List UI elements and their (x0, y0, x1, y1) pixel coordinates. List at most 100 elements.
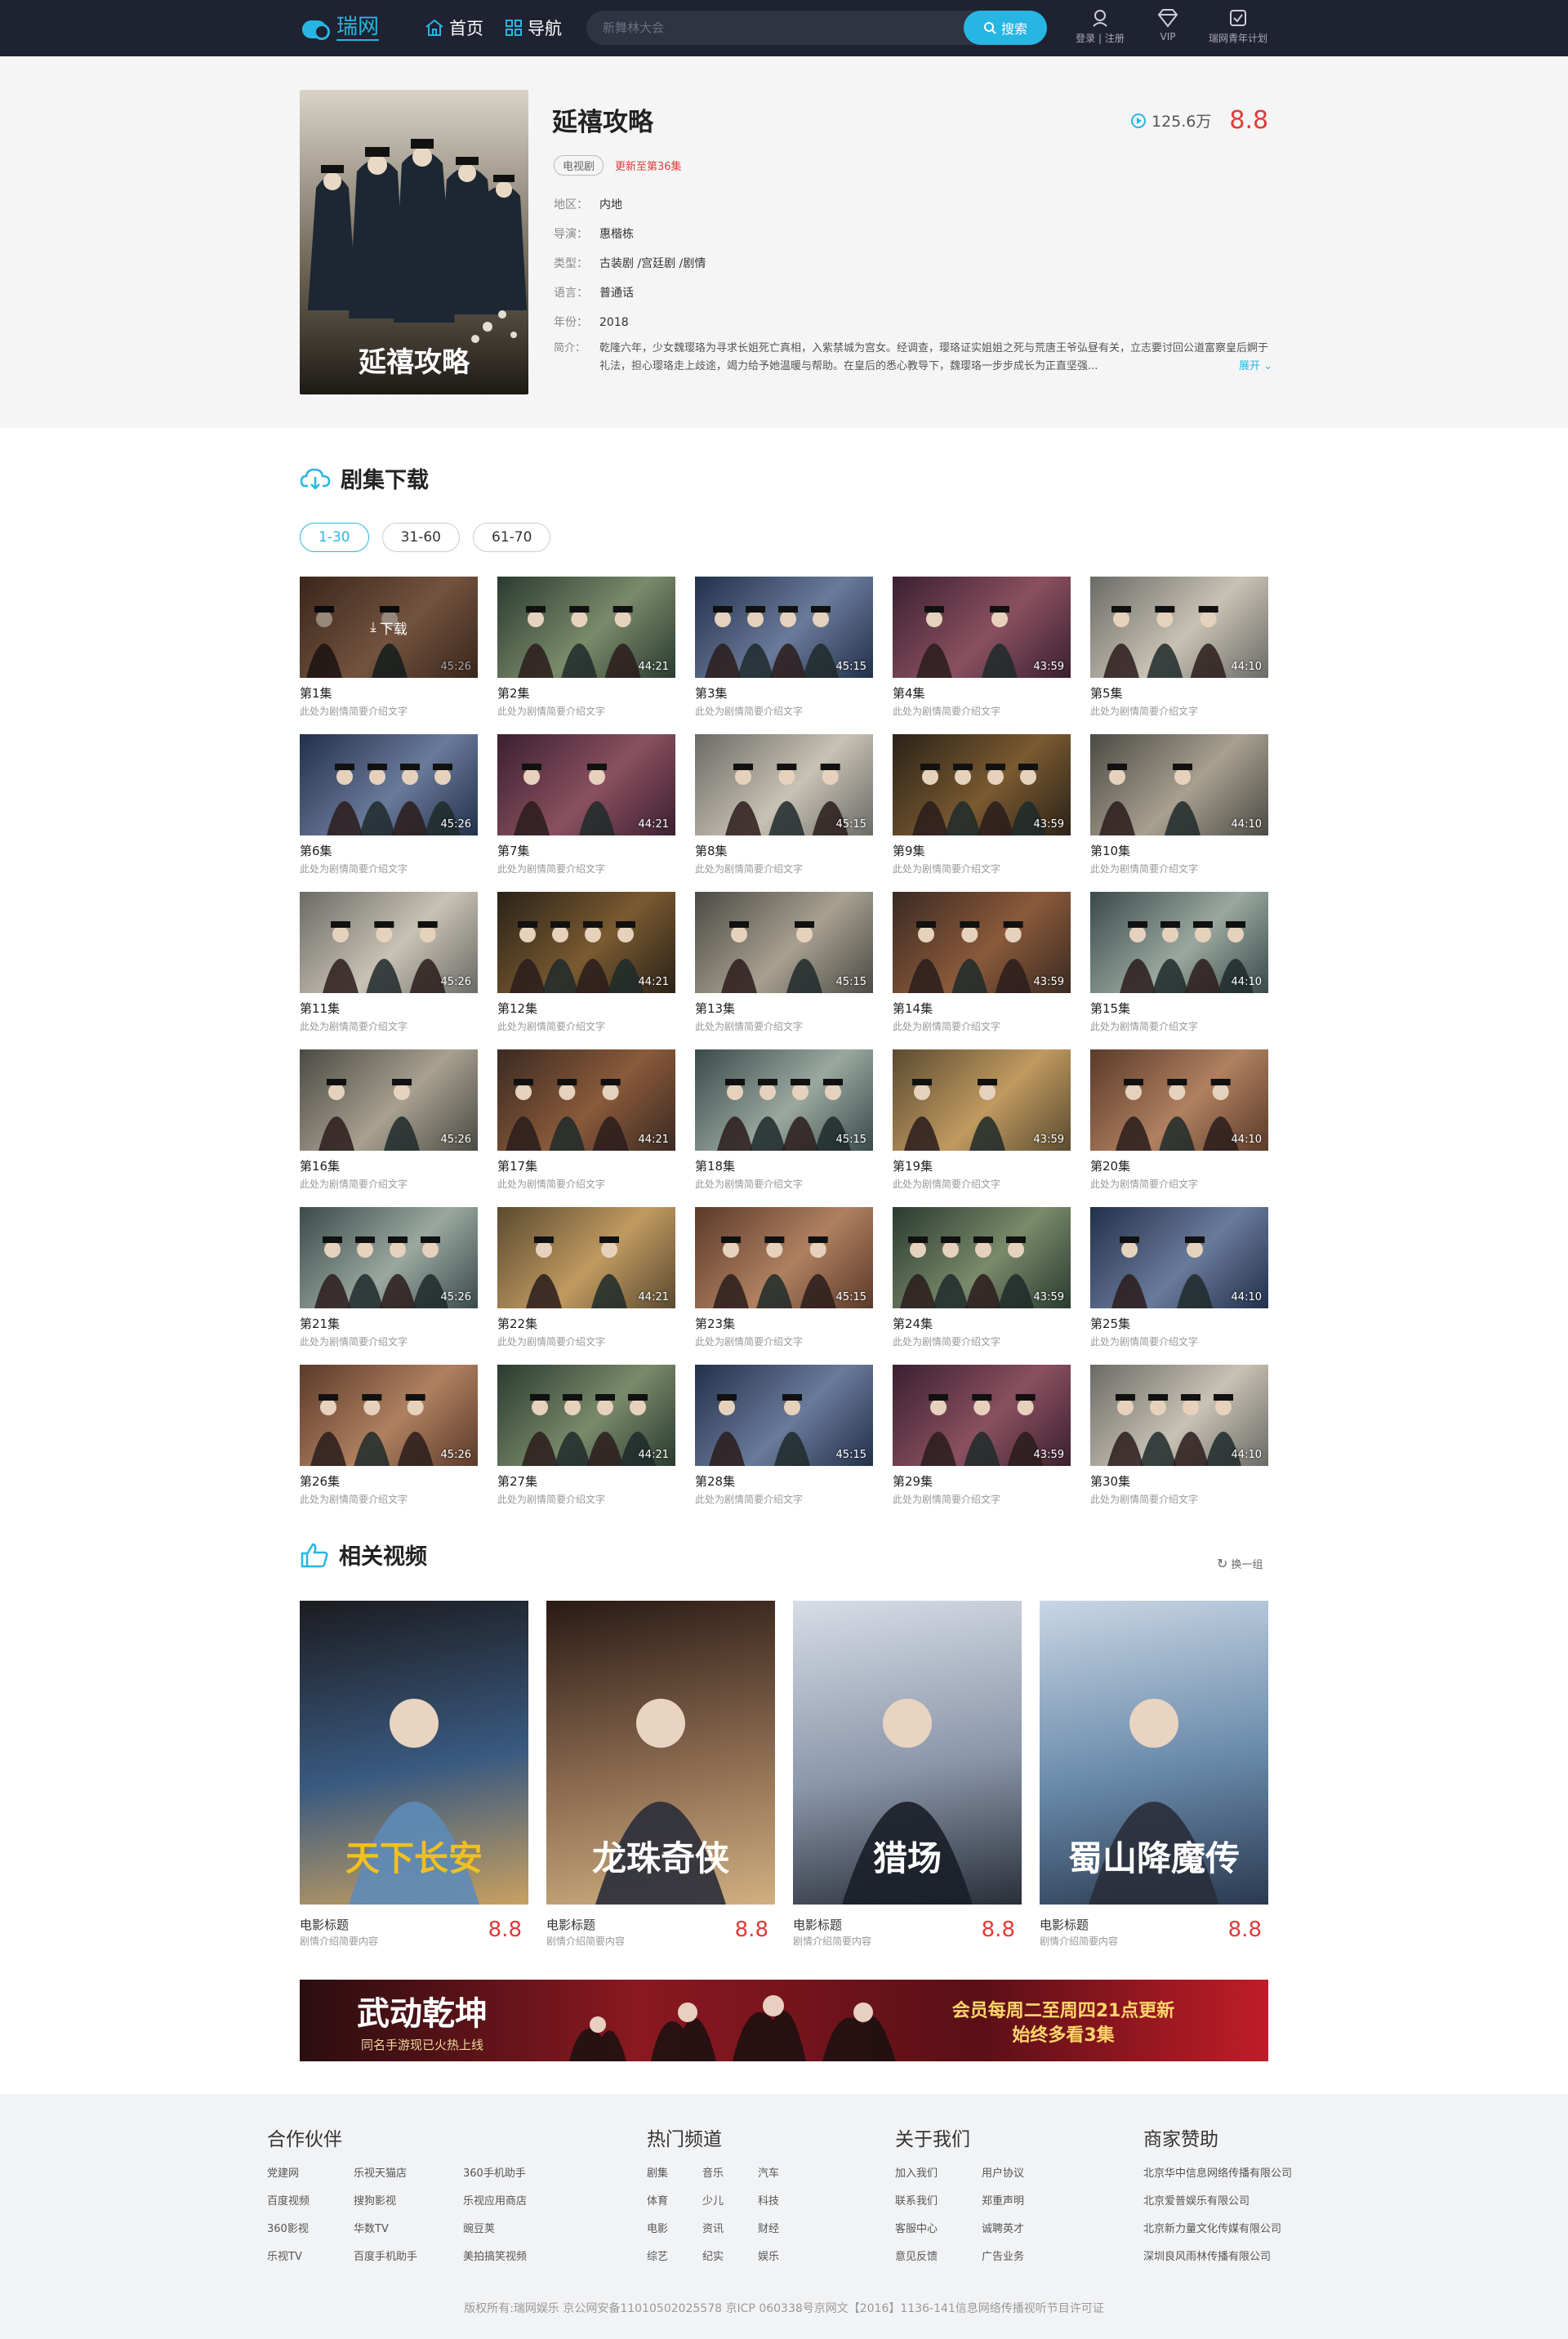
episode-card[interactable]: 45:26 第21集 此处为剧情简要介绍文字 (300, 1207, 478, 1348)
episode-name[interactable]: 第15集 (1090, 1000, 1268, 1017)
promo-banner[interactable]: 武动乾坤 同名手游现已火热上线 会员每周二至周四21点更新 始终多看3集 (300, 1980, 1268, 2061)
episode-name[interactable]: 第8集 (695, 842, 873, 859)
nav-guide[interactable]: 导航 (505, 16, 562, 39)
footer-partner-link[interactable]: 搜狗影视 (354, 2192, 463, 2208)
episode-card[interactable]: 43:59 第14集 此处为剧情简要介绍文字 (893, 892, 1071, 1033)
episode-card[interactable]: 44:21 第12集 此处为剧情简要介绍文字 (497, 892, 675, 1033)
episode-card[interactable]: 43:59 第24集 此处为剧情简要介绍文字 (893, 1207, 1071, 1348)
related-name[interactable]: 电影标题 (300, 1916, 349, 1933)
footer-partner-link[interactable]: 乐视TV (267, 2248, 354, 2263)
episode-card[interactable]: 45:26 第11集 此处为剧情简要介绍文字 (300, 892, 478, 1033)
episode-thumbnail[interactable]: 44:21 (497, 892, 675, 993)
episode-name[interactable]: 第30集 (1090, 1472, 1268, 1490)
episode-card[interactable]: 44:21 第22集 此处为剧情简要介绍文字 (497, 1207, 675, 1348)
episode-thumbnail[interactable]: 43:59 (893, 577, 1071, 678)
expand-button[interactable]: 展开 ⌄ (1239, 358, 1272, 376)
footer-about-link[interactable]: 广告业务 (982, 2248, 1055, 2263)
episode-thumbnail[interactable]: 45:26 (300, 1049, 478, 1151)
download-overlay[interactable]: ⤓ 下载 (300, 577, 478, 678)
episode-name[interactable]: 第26集 (300, 1472, 478, 1490)
footer-partner-link[interactable]: 360手机助手 (463, 2164, 561, 2180)
site-logo[interactable]: 瑞网 (301, 11, 399, 44)
episode-card[interactable]: 45:15 第23集 此处为剧情简要介绍文字 (695, 1207, 873, 1348)
episode-name[interactable]: 第23集 (695, 1315, 873, 1332)
episode-card[interactable]: 44:21 第17集 此处为剧情简要介绍文字 (497, 1049, 675, 1191)
range-tab-3[interactable]: 61-70 (473, 523, 551, 552)
range-tab-2[interactable]: 31-60 (381, 523, 460, 552)
footer-channel-link[interactable]: 娱乐 (758, 2248, 807, 2263)
footer-channel-link[interactable]: 资讯 (702, 2220, 758, 2235)
episode-thumbnail[interactable]: 43:59 (893, 734, 1071, 835)
episode-card[interactable]: 44:21 第27集 此处为剧情简要介绍文字 (497, 1365, 675, 1506)
episode-name[interactable]: 第17集 (497, 1157, 675, 1174)
footer-channel-link[interactable]: 少儿 (702, 2192, 758, 2208)
footer-about-link[interactable]: 郑重声明 (982, 2192, 1055, 2208)
episode-card[interactable]: 43:59 第9集 此处为剧情简要介绍文字 (893, 734, 1071, 875)
episode-card[interactable]: 43:59 第19集 此处为剧情简要介绍文字 (893, 1049, 1071, 1191)
related-poster[interactable]: 龙珠奇侠 (546, 1601, 775, 1905)
nav-home[interactable]: 首页 (425, 16, 483, 39)
footer-channel-link[interactable]: 科技 (758, 2192, 807, 2208)
episode-thumbnail[interactable]: 45:15 (695, 1049, 873, 1151)
related-name[interactable]: 电影标题 (546, 1916, 595, 1933)
footer-partner-link[interactable]: 360影视 (267, 2220, 354, 2235)
show-poster[interactable]: 延禧攻略 (300, 90, 528, 394)
episode-name[interactable]: 第4集 (893, 684, 1071, 702)
footer-about-link[interactable]: 诚聘英才 (982, 2220, 1055, 2235)
footer-sponsor-link[interactable]: 北京华中信息网络传播有限公司 (1143, 2164, 1331, 2180)
episode-name[interactable]: 第3集 (695, 684, 873, 702)
episode-card[interactable]: 45:15 第8集 此处为剧情简要介绍文字 (695, 734, 873, 875)
related-card[interactable]: 天下长安 电影标题 剧情介绍简要内容 8.8 (300, 1601, 528, 1947)
footer-partner-link[interactable]: 百度手机助手 (354, 2248, 463, 2263)
footer-channel-link[interactable]: 剧集 (647, 2164, 702, 2180)
footer-sponsor-link[interactable]: 北京新力量文化传媒有限公司 (1143, 2220, 1331, 2235)
episode-card[interactable]: 45:26 第6集 此处为剧情简要介绍文字 (300, 734, 478, 875)
episode-card[interactable]: 45:15 第3集 此处为剧情简要介绍文字 (695, 577, 873, 718)
episode-thumbnail[interactable]: 43:59 (893, 892, 1071, 993)
episode-card[interactable]: 44:21 第7集 此处为剧情简要介绍文字 (497, 734, 675, 875)
episode-thumbnail[interactable]: 43:59 (893, 1207, 1071, 1308)
episode-card[interactable]: 43:59 第4集 此处为剧情简要介绍文字 (893, 577, 1071, 718)
refresh-button[interactable]: ↻ 换一组 (1217, 1556, 1263, 1571)
episode-thumbnail[interactable]: 44:10 (1090, 1049, 1268, 1151)
episode-name[interactable]: 第27集 (497, 1472, 675, 1490)
related-poster[interactable]: 蜀山降魔传 (1040, 1601, 1268, 1905)
footer-channel-link[interactable]: 汽车 (758, 2164, 807, 2180)
episode-name[interactable]: 第28集 (695, 1472, 873, 1490)
episode-thumbnail[interactable]: 45:15 (695, 1365, 873, 1466)
footer-about-link[interactable]: 意见反馈 (895, 2248, 982, 2263)
range-tab-1[interactable]: 1-30 (300, 523, 369, 552)
category-tag[interactable]: 电视剧 (554, 155, 604, 176)
episode-card[interactable]: 44:10 第15集 此处为剧情简要介绍文字 (1090, 892, 1268, 1033)
episode-card[interactable]: 44:10 第30集 此处为剧情简要介绍文字 (1090, 1365, 1268, 1506)
search-button[interactable]: 搜索 (964, 11, 1047, 45)
footer-about-link[interactable]: 加入我们 (895, 2164, 982, 2180)
episode-card[interactable]: 45:15 第18集 此处为剧情简要介绍文字 (695, 1049, 873, 1191)
vip-button[interactable]: VIP (1152, 8, 1184, 42)
episode-name[interactable]: 第6集 (300, 842, 478, 859)
episode-name[interactable]: 第10集 (1090, 842, 1268, 859)
episode-name[interactable]: 第16集 (300, 1157, 478, 1174)
episode-name[interactable]: 第12集 (497, 1000, 675, 1017)
episode-name[interactable]: 第11集 (300, 1000, 478, 1017)
episode-thumbnail[interactable]: 44:21 (497, 1049, 675, 1151)
episode-name[interactable]: 第18集 (695, 1157, 873, 1174)
episode-name[interactable]: 第13集 (695, 1000, 873, 1017)
episode-thumbnail[interactable]: 44:10 (1090, 734, 1268, 835)
footer-sponsor-link[interactable]: 北京爱普娱乐有限公司 (1143, 2192, 1331, 2208)
register-link[interactable]: 注册 (1105, 33, 1125, 44)
episode-thumbnail[interactable]: 45:26 (300, 892, 478, 993)
episode-thumbnail[interactable]: 44:21 (497, 734, 675, 835)
footer-partner-link[interactable]: 党建网 (267, 2164, 354, 2180)
episode-name[interactable]: 第2集 (497, 684, 675, 702)
episode-thumbnail[interactable]: 45:15 (695, 892, 873, 993)
footer-channel-link[interactable]: 纪实 (702, 2248, 758, 2263)
related-card[interactable]: 蜀山降魔传 电影标题 剧情介绍简要内容 8.8 (1040, 1601, 1268, 1947)
episode-thumbnail[interactable]: 44:10 (1090, 892, 1268, 993)
episode-card[interactable]: 44:10 第20集 此处为剧情简要介绍文字 (1090, 1049, 1268, 1191)
related-card[interactable]: 猎场 电影标题 剧情介绍简要内容 8.8 (793, 1601, 1022, 1947)
episode-thumbnail[interactable]: 43:59 (893, 1365, 1071, 1466)
episode-thumbnail[interactable]: 43:59 (893, 1049, 1071, 1151)
footer-sponsor-link[interactable]: 深圳良风雨林传播有限公司 (1143, 2248, 1331, 2263)
episode-thumbnail[interactable]: 45:15 (695, 1207, 873, 1308)
